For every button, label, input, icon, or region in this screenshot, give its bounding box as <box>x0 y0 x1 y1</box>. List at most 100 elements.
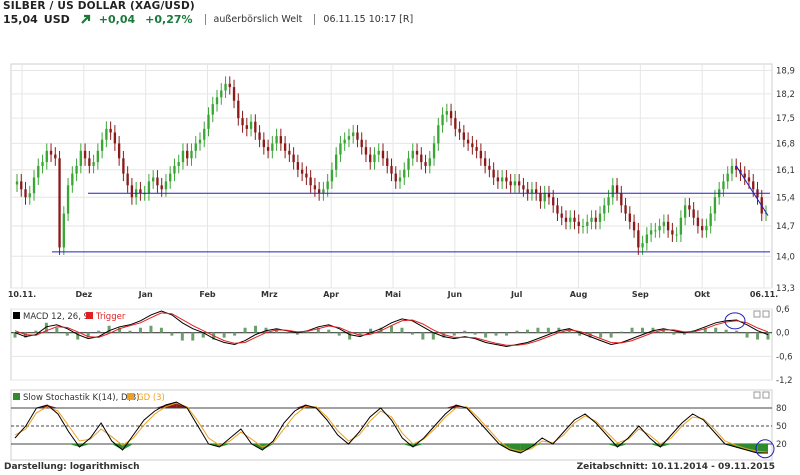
macd-y-tick: -0,6 <box>776 352 793 362</box>
candle-body <box>181 150 185 163</box>
candle-body <box>156 177 159 186</box>
stoch-legend-label: Slow Stochastik K(14), D(3) <box>23 393 140 403</box>
price-y-tick: 14,7 <box>776 222 795 232</box>
price-x-tick: Mai <box>385 290 401 299</box>
candle-body <box>292 154 295 163</box>
candle-body <box>483 158 487 166</box>
candle-body <box>130 185 134 198</box>
candle-body <box>41 162 44 166</box>
macd-histogram-bar <box>630 327 634 333</box>
macd-histogram-bar <box>672 332 676 335</box>
candle-body <box>88 158 91 166</box>
candle-body <box>581 226 585 228</box>
macd-histogram-bar <box>410 332 414 335</box>
candle-body <box>688 205 691 210</box>
price-x-tick: Jun <box>447 290 463 299</box>
candle-body <box>92 162 95 166</box>
candle-body <box>258 132 261 140</box>
macd-histogram-bar <box>327 329 331 333</box>
price-x-tick: Dez <box>75 290 92 299</box>
macd-histogram-bar <box>55 327 59 333</box>
candle-body <box>709 213 712 227</box>
trigger-legend-label: Trigger <box>95 312 126 322</box>
candle-body <box>662 221 666 227</box>
candle-body <box>564 217 568 222</box>
candle-body <box>415 150 419 155</box>
candle-body <box>492 169 495 178</box>
candle-body <box>305 173 308 178</box>
price-y-tick: 16,1 <box>776 166 795 176</box>
candle-body <box>500 177 504 182</box>
candle-body <box>364 147 368 155</box>
time-period: Zeitabschnitt: 10.11.2014 - 09.11.2015 <box>576 462 775 472</box>
candle-body <box>730 165 734 174</box>
macd-histogram-bar <box>191 332 195 341</box>
candle-body <box>71 173 74 186</box>
candle-body <box>535 189 538 194</box>
macd-histogram-bar <box>285 332 289 334</box>
price-x-tick: 10.11. <box>8 290 36 299</box>
candle-body <box>15 181 19 185</box>
candle-body <box>262 139 265 148</box>
candle-body <box>696 217 700 227</box>
candle-body <box>471 143 474 148</box>
macd-histogram-bar <box>745 332 749 338</box>
candle-body <box>190 150 193 159</box>
candle-body <box>169 173 172 182</box>
candle-body <box>603 205 606 214</box>
macd-histogram-bar <box>222 332 226 338</box>
candle-body <box>322 189 325 194</box>
candle-body <box>45 150 48 163</box>
candle-body <box>462 132 466 140</box>
macd-histogram-bar <box>714 327 718 333</box>
candle-body <box>126 173 129 186</box>
candle-body <box>671 230 674 235</box>
candle-body <box>283 143 287 151</box>
stoch-legend-swatch <box>13 393 20 400</box>
price-y-tick: 17,5 <box>776 114 795 124</box>
candle-body <box>79 150 83 166</box>
macd-histogram-bar <box>390 325 393 333</box>
candle-body <box>296 162 300 170</box>
candle-body <box>398 177 402 182</box>
gd-legend-swatch <box>127 393 134 400</box>
stoch-y-tick: 50 <box>776 422 787 432</box>
macd-histogram-bar <box>494 332 498 336</box>
candle-body <box>509 181 512 186</box>
candle-body <box>569 217 572 222</box>
candle-body <box>713 197 717 214</box>
candle-body <box>513 181 517 186</box>
candle-body <box>505 177 508 182</box>
candle-body <box>215 97 219 105</box>
candle-body <box>560 213 563 218</box>
candle-body <box>522 185 525 190</box>
candle-body <box>75 165 78 174</box>
candle-body <box>373 154 376 163</box>
candle-body <box>381 150 385 159</box>
candle-body <box>577 221 580 227</box>
candle-body <box>692 209 695 218</box>
candle-body <box>117 143 121 159</box>
candle-body <box>326 181 329 190</box>
macd-histogram-bar <box>233 332 237 336</box>
candle-body <box>747 177 751 182</box>
candle-body <box>547 193 551 198</box>
candle-body <box>241 118 244 126</box>
candle-body <box>479 150 483 159</box>
candle-body <box>539 193 542 202</box>
candle-body <box>28 193 31 198</box>
candle-body <box>194 143 197 151</box>
candle-body <box>403 169 406 178</box>
candle-body <box>394 173 397 182</box>
candle-body <box>586 221 589 227</box>
candle-body <box>526 189 529 194</box>
candle-body <box>390 165 393 174</box>
candle-body <box>369 154 372 163</box>
candle-body <box>228 83 231 88</box>
candle-body <box>543 193 546 202</box>
candle-body <box>271 143 274 151</box>
price-x-tick: 06.11. <box>750 290 778 299</box>
candle-body <box>160 185 163 190</box>
candle-body <box>177 162 180 166</box>
candle-body <box>198 139 202 144</box>
